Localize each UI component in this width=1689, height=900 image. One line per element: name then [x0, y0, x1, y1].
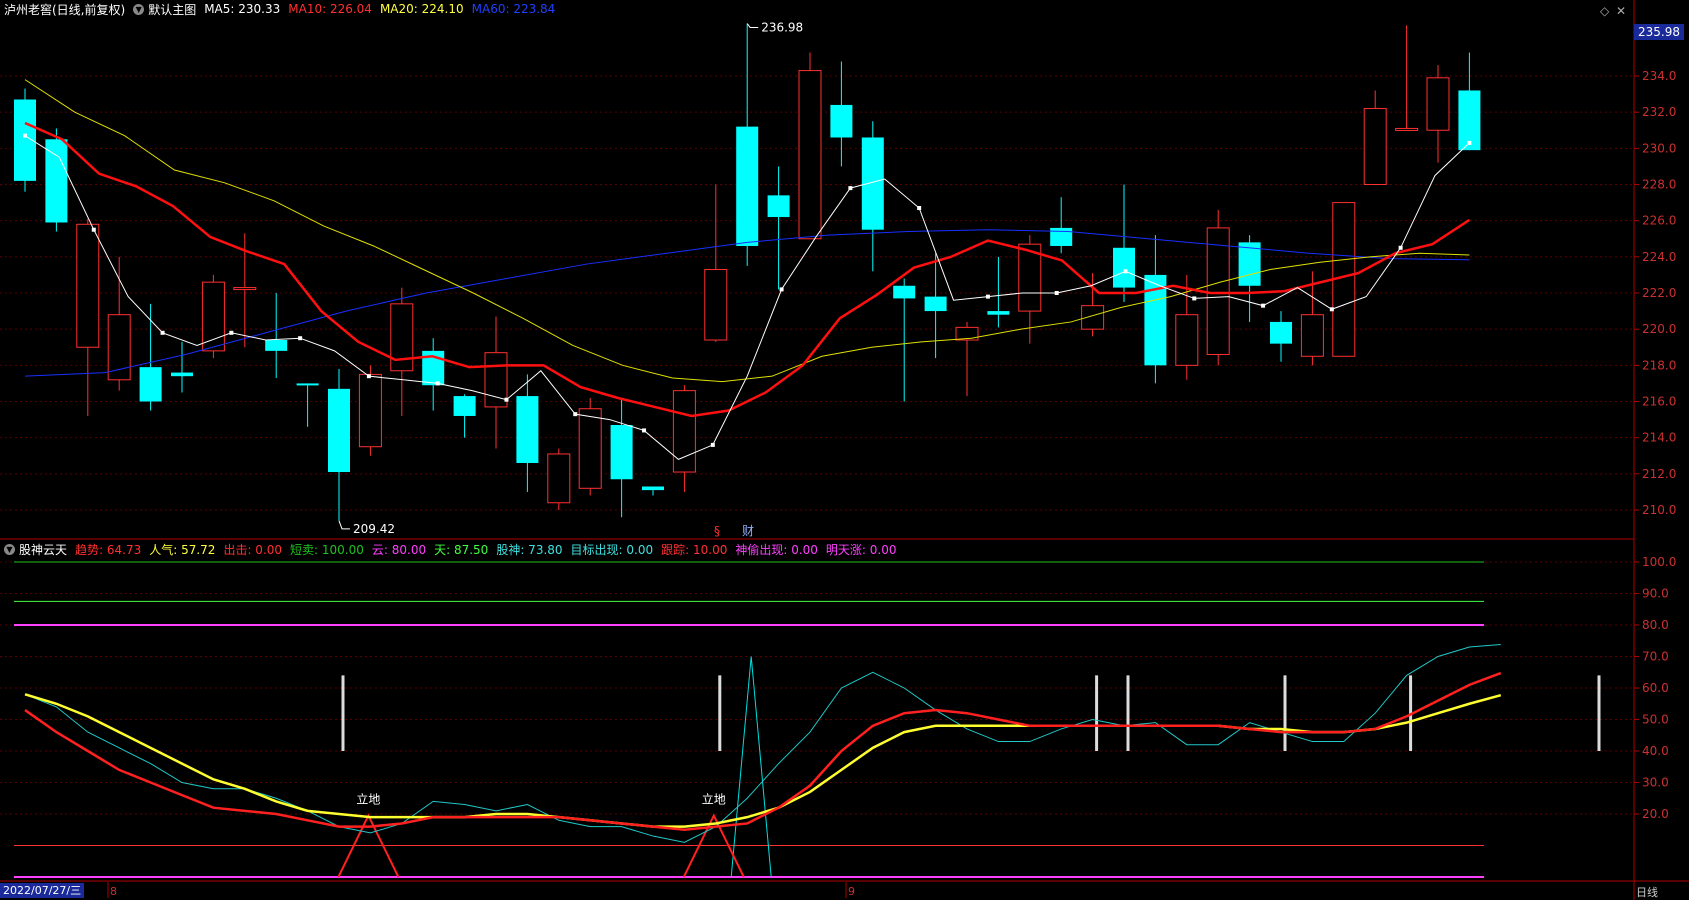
- candle-body: [987, 311, 1010, 315]
- marker-cai: 财: [742, 524, 754, 538]
- candle-body: [390, 303, 414, 372]
- candle-body: [924, 296, 947, 312]
- marker-s: §: [714, 524, 720, 538]
- indicator-tick-label: 50.0: [1642, 713, 1669, 727]
- lidi-label: 立地: [356, 792, 380, 807]
- ma5-point: [573, 412, 578, 417]
- candle-body: [642, 486, 664, 491]
- candle-body: [76, 223, 100, 348]
- candle-body: [1270, 321, 1292, 344]
- ma5-point: [1467, 140, 1472, 145]
- candle-body: [265, 340, 288, 351]
- ma5-point: [779, 287, 784, 292]
- candle-body: [893, 285, 916, 299]
- current-price-tag: 235.98: [1634, 24, 1684, 40]
- month-8-label: 8: [110, 885, 117, 898]
- price-tick-label: 220.0: [1642, 322, 1676, 336]
- indicator-tick-label: 100.0: [1642, 555, 1676, 569]
- candle-body: [453, 396, 476, 416]
- ma5-point: [985, 294, 990, 299]
- candle-body: [1395, 127, 1419, 131]
- candle-body: [547, 453, 571, 504]
- candle-body: [767, 195, 790, 218]
- candle-body: [107, 314, 131, 381]
- candle-body: [516, 396, 539, 463]
- candle-body: [1426, 77, 1450, 131]
- month-9-label: 9: [848, 885, 855, 898]
- price-tick-label: 210.0: [1642, 503, 1676, 517]
- ma5-point: [160, 330, 165, 335]
- lidi-label: 立地: [702, 792, 726, 807]
- candle-body: [736, 126, 759, 246]
- ma5-point: [1398, 245, 1403, 250]
- candle-body: [1175, 314, 1199, 366]
- candle-body: [704, 268, 728, 341]
- price-tick-label: 234.0: [1642, 69, 1676, 83]
- candle-body: [1206, 227, 1230, 355]
- price-tick-label: 222.0: [1642, 286, 1676, 300]
- candle-body: [798, 70, 822, 240]
- high-pointer: [746, 23, 759, 29]
- price-tick-label: 218.0: [1642, 358, 1676, 372]
- ma5-point: [504, 397, 509, 402]
- candle-body: [1113, 247, 1135, 288]
- candle-body: [201, 281, 225, 352]
- ma5-point: [917, 206, 922, 211]
- indicator-tick-label: 90.0: [1642, 587, 1669, 601]
- ma5-point: [91, 227, 96, 232]
- candle-body: [610, 425, 633, 480]
- stock-chart-window: 泸州老窖(日线,前复权) ▼ 默认主图 MA5: 230.33 MA10: 22…: [0, 0, 1689, 900]
- ma5-point: [848, 186, 853, 191]
- candle-body: [358, 373, 382, 448]
- ma5-point: [229, 330, 234, 335]
- ma5-point: [366, 374, 371, 379]
- price-tick-label: 232.0: [1642, 105, 1676, 119]
- candle-body: [233, 287, 257, 291]
- ma5-point: [298, 336, 303, 341]
- price-tick-label: 228.0: [1642, 178, 1676, 192]
- indicator-tick-label: 80.0: [1642, 618, 1669, 632]
- ma5-point: [710, 442, 715, 447]
- price-tick-label: 212.0: [1642, 467, 1676, 481]
- candle-body: [45, 139, 68, 223]
- price-tick-label: 226.0: [1642, 214, 1676, 228]
- candle-body: [578, 408, 602, 489]
- ma5-point: [1261, 303, 1266, 308]
- candle-body: [861, 137, 884, 230]
- indicator-tick-label: 20.0: [1642, 807, 1669, 821]
- ma5-point: [1123, 269, 1128, 274]
- popularity-line: [24, 693, 1502, 828]
- ma5-point: [1054, 291, 1059, 295]
- candle-body: [1050, 227, 1073, 246]
- candle-body: [1363, 108, 1387, 185]
- high-label: 236.98: [761, 21, 803, 35]
- low-label: 209.42: [353, 522, 395, 536]
- ma5-point: [1329, 307, 1334, 312]
- price-tick-label: 224.0: [1642, 250, 1676, 264]
- price-tick-label: 230.0: [1642, 141, 1676, 155]
- low-pointer: [338, 520, 350, 530]
- candle-body: [171, 372, 193, 377]
- indicator-tick-label: 60.0: [1642, 681, 1669, 695]
- candle-body: [139, 367, 162, 402]
- candle-body: [830, 104, 853, 138]
- cursor-date: 2022/07/27/三: [0, 883, 85, 898]
- price-tick-label: 216.0: [1642, 395, 1676, 409]
- indicator-tick-label: 40.0: [1642, 744, 1669, 758]
- candle-body: [328, 388, 350, 473]
- period-label[interactable]: 日线: [1636, 884, 1658, 900]
- price-tick-label: 214.0: [1642, 431, 1676, 445]
- ma5-point: [435, 381, 440, 386]
- chart-canvas[interactable]: 234.0 232.0 230.0 228.0 226.0 224.0 222.0 220.0…: [0, 0, 1689, 900]
- ma5-point: [23, 133, 27, 138]
- indicator-tick-label: 70.0: [1642, 650, 1669, 664]
- candle-body: [296, 383, 319, 386]
- candle-body: [1300, 314, 1324, 357]
- indicator-tick-label: 30.0: [1642, 776, 1669, 790]
- ma5-point: [1192, 296, 1197, 301]
- cyan-spike: [730, 656, 772, 878]
- ma5-point: [642, 428, 647, 433]
- candle-body: [672, 390, 696, 473]
